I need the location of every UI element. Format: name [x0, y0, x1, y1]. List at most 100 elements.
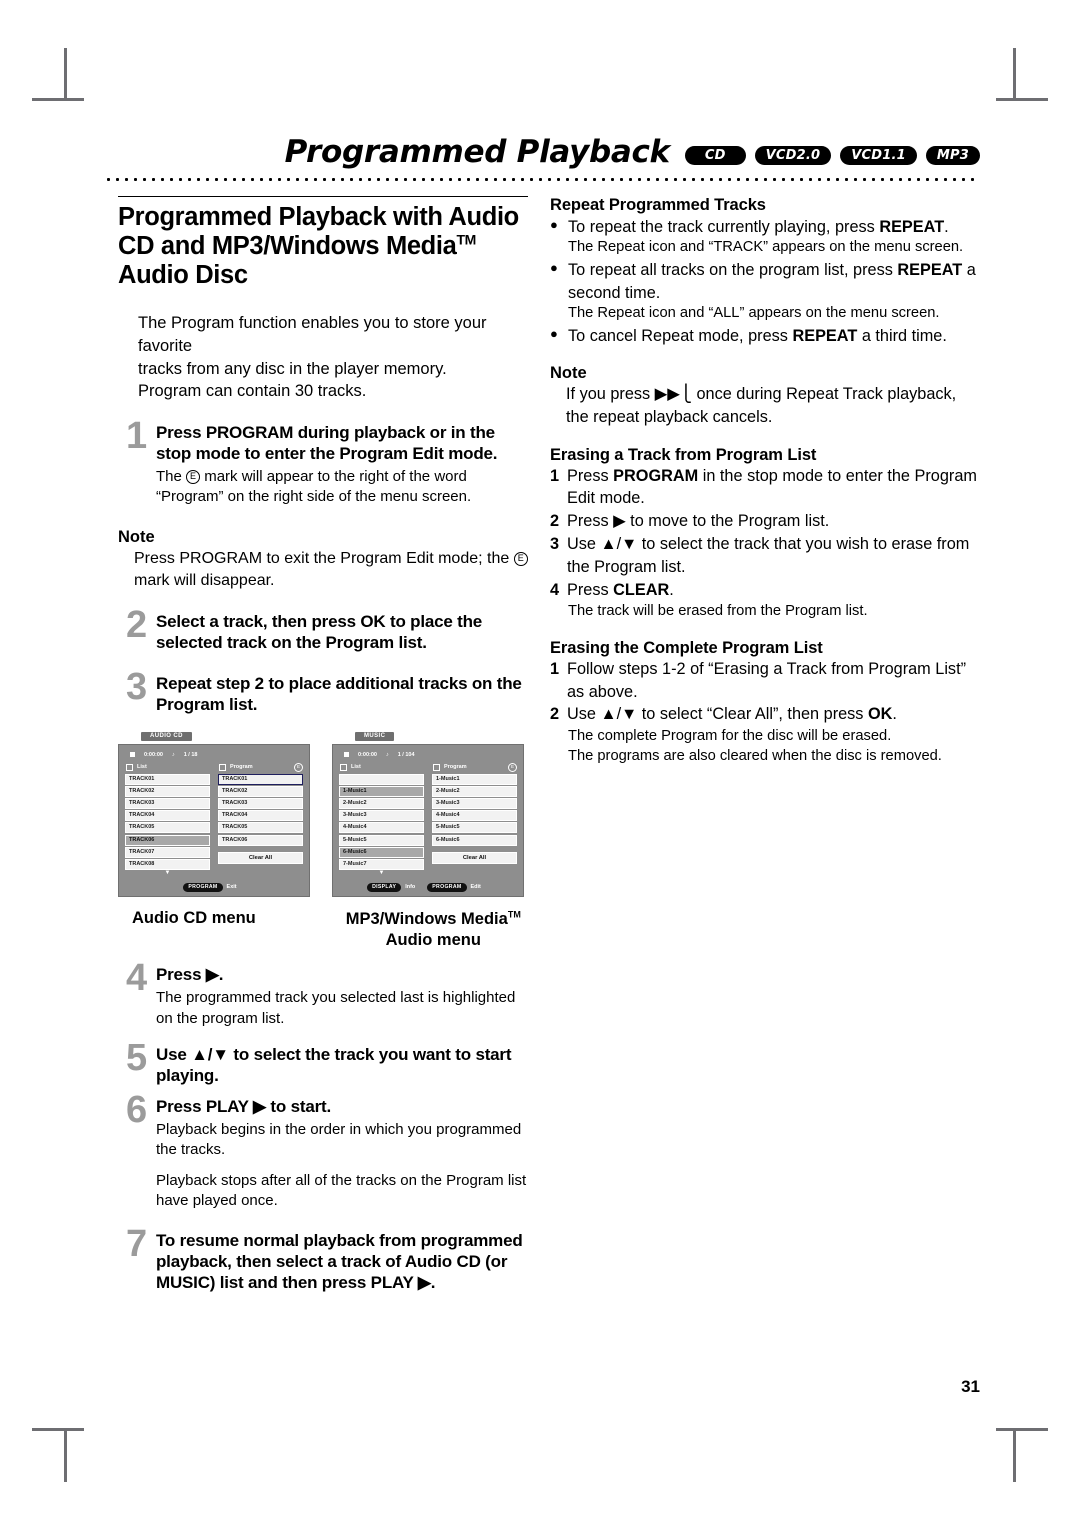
erase-all-item-2: 2 Use ▲/▼ to select “Clear All”, then pr… [550, 703, 980, 726]
music-note-icon: ♪ [171, 751, 175, 758]
list-item[interactable]: TRACK01 [125, 773, 210, 785]
repeat-heading: Repeat Programmed Tracks [550, 196, 766, 214]
program-item[interactable]: TRACK02 [218, 785, 303, 797]
list-item[interactable]: 7-Music7 [339, 858, 424, 870]
repeat-section: Repeat Programmed Tracks ● To repeat the… [550, 196, 980, 348]
erase-all-item-2-tail: . [892, 705, 897, 724]
edit-mode-icon: E [508, 762, 517, 772]
step-3-lead: Repeat step 2 to place additional tracks… [156, 673, 522, 714]
program-item[interactable]: 5-Music5 [432, 822, 517, 834]
scroll-down-icon[interactable]: ▼ [339, 870, 424, 877]
program-item[interactable]: 1-Music1 [432, 773, 517, 785]
crop-mark-top-right-v [1013, 48, 1016, 100]
edit-mark-icon-2: E [513, 551, 528, 566]
music-note-icon: ♪ [385, 751, 389, 758]
left-note-title: Note [118, 527, 155, 546]
step-7-number: 7 [126, 1223, 148, 1266]
trademark-symbol: TM [456, 231, 476, 248]
music-program-panel: Program E 1-Music1 2-Music2 3-Music3 4-M… [432, 762, 517, 878]
erase-track-item-1-number: 1 [550, 466, 560, 485]
repeat-bullet-3-tail: a third time. [857, 327, 947, 346]
list-item[interactable]: TRACK04 [125, 810, 210, 822]
list-item[interactable]: 4-Music4 [339, 822, 424, 834]
program-item[interactable]: 2-Music2 [432, 785, 517, 797]
step-7-lead: To resume normal playback from programme… [156, 1231, 523, 1293]
crop-mark-bottom-right-h [996, 1428, 1048, 1431]
section-rule [118, 196, 528, 197]
audio-cd-list-label: List [137, 764, 147, 771]
repeat-bullet-1-sub: The Repeat icon and “TRACK” appears on t… [568, 239, 964, 256]
erase-track-item-3: 3 Use ▲/▼ to select the track that you w… [550, 533, 980, 579]
audio-cd-list-panel: List TRACK01 TRACK02 TRACK03 TRACK04 TRA… [125, 763, 210, 878]
section-title-line1: Programmed Playback with Audio [118, 203, 519, 231]
step-6-sub-1: Playback begins in the order in which yo… [156, 1120, 522, 1159]
badge-vcd20: VCD2.0 [754, 146, 832, 165]
music-list-label: List [351, 764, 361, 771]
erase-track-item-2: 2 Press ▶ to move to the Program list. [550, 510, 980, 533]
step-1-sub: The E mark will appear to the right of t… [156, 467, 528, 508]
left-note: Note Press PROGRAM to exit the Program E… [118, 528, 528, 592]
list-item-selected[interactable]: 1-Music1 [339, 785, 424, 797]
list-item-parent-folder[interactable] [339, 773, 424, 785]
program-item[interactable]: TRACK04 [218, 810, 303, 822]
list-icon [126, 763, 133, 771]
display-key-action: Info [405, 884, 416, 891]
right-column: Repeat Programmed Tracks ● To repeat the… [550, 196, 980, 1294]
program-item[interactable]: 3-Music3 [432, 798, 517, 809]
list-item[interactable]: 5-Music5 [339, 834, 424, 846]
audio-cd-footer: PROGRAM Exit [125, 881, 303, 892]
left-note-text-after: mark will disappear. [134, 571, 275, 589]
left-column: Programmed Playback with Audio CD and MP… [104, 196, 534, 1294]
list-item[interactable]: TRACK05 [125, 822, 210, 834]
crop-mark-top-left-v [64, 48, 67, 100]
music-list-panel: List 1-Music1 2-Music2 3-Music3 4-Music4… [339, 763, 424, 878]
scroll-down-icon[interactable]: ▼ [125, 870, 210, 877]
list-item[interactable]: 6-Music6 [339, 846, 424, 858]
program-item[interactable]: TRACK05 [218, 822, 303, 834]
erase-track-item-1-bold: PROGRAM [613, 466, 699, 485]
step-6: 6 Press PLAY ▶ to start. Playback begins… [126, 1091, 528, 1211]
erase-all-item-1-number: 1 [550, 659, 560, 678]
erase-all-item-1-text: Follow steps 1-2 of “Erasing a Track fro… [567, 659, 967, 701]
list-item[interactable]: TRACK02 [125, 785, 210, 797]
intro-paragraph: The Program function enables you to stor… [138, 312, 523, 403]
step-4-number: 4 [126, 957, 148, 1000]
audio-cd-program-label: Program [230, 764, 253, 771]
trademark-symbol-2: TM [507, 909, 521, 919]
music-program-label: Program [444, 764, 467, 771]
caption-audio-cd: Audio CD menu [132, 908, 256, 927]
repeat-bullet-1-tail: . [944, 218, 949, 236]
page-content: Programmed Playback CD VCD2.0 VCD1.1 MP3… [104, 130, 980, 1294]
list-item[interactable]: TRACK07 [125, 846, 210, 858]
audio-cd-counter: 1 / 18 [183, 751, 198, 758]
erase-track-item-3-text: Use ▲/▼ to select the track that you wis… [567, 534, 970, 576]
program-item[interactable]: TRACK01 [218, 773, 303, 785]
erase-track-heading: Erasing a Track from Program List [550, 445, 817, 464]
erase-all-item-2-bold: OK [867, 705, 893, 724]
section-title: Programmed Playback with Audio CD and MP… [118, 203, 534, 290]
bullet-icon: ● [550, 260, 558, 276]
program-item[interactable]: 4-Music4 [432, 810, 517, 822]
list-item-selected[interactable]: TRACK06 [125, 834, 210, 846]
edit-mode-icon: E [294, 762, 303, 772]
clear-all-button[interactable]: Clear All [218, 851, 303, 864]
erase-all-item-1: 1 Follow steps 1-2 of “Erasing a Track f… [550, 658, 980, 704]
list-item[interactable]: TRACK08 [125, 858, 210, 870]
step-1-number: 1 [126, 415, 148, 458]
list-item[interactable]: 3-Music3 [339, 810, 424, 822]
list-item[interactable]: TRACK03 [125, 798, 210, 809]
repeat-bullet-3-bold: REPEAT [792, 327, 858, 346]
list-item[interactable]: 2-Music2 [339, 798, 424, 809]
step-5: 5 Use ▲/▼ to select the track you want t… [126, 1039, 528, 1087]
step-4-sub: The programmed track you selected last i… [156, 989, 516, 1027]
erase-track-item-3-number: 3 [550, 534, 560, 553]
program-item[interactable]: TRACK06 [218, 834, 303, 846]
badge-vcd11: VCD1.1 [840, 146, 917, 165]
program-item[interactable]: 6-Music6 [432, 834, 517, 846]
clear-all-button[interactable]: Clear All [432, 851, 517, 864]
caption-mp3-line1: MP3/Windows Media [345, 909, 508, 928]
crop-mark-bottom-left-v [64, 1430, 67, 1482]
repeat-bullet-1-bold: REPEAT [879, 218, 945, 236]
program-item[interactable]: TRACK03 [218, 798, 303, 809]
music-screen: MUSIC 0:00:00 ♪ 1 / 104 List 1-Music1 2-… [332, 731, 524, 897]
